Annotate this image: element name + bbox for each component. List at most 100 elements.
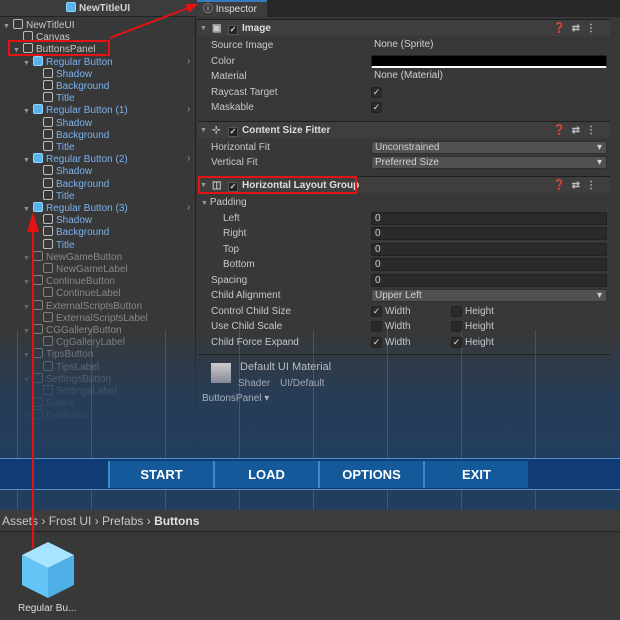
prefab-cube-icon[interactable] xyxy=(20,540,76,600)
hierarchy-item[interactable]: ExternalScriptsLabel xyxy=(33,311,148,324)
hierarchy-item[interactable]: Background xyxy=(33,128,109,141)
bottom-row: Bottom 0 xyxy=(211,258,607,272)
hierarchy-item[interactable]: ▼ ExternalScriptsButton xyxy=(23,299,142,314)
fold-arrow-icon[interactable]: ▼ xyxy=(23,204,33,216)
bottom-input[interactable]: 0 xyxy=(371,258,607,271)
item-label: Background xyxy=(56,81,110,92)
open-prefab-chevron-icon[interactable]: › xyxy=(187,56,190,67)
raycast-checkbox[interactable]: ✓ xyxy=(371,87,382,98)
fold-arrow-icon[interactable]: ▼ xyxy=(3,21,13,33)
shader-dropdown[interactable]: UI/Default xyxy=(280,378,324,389)
hierarchy-item[interactable]: ▼ Regular Button (3) xyxy=(23,202,128,214)
tab-inspector[interactable]: ⓘ Inspector xyxy=(197,0,267,17)
fold-arrow-icon[interactable]: ▼ xyxy=(23,155,33,167)
material-title: Default UI Material xyxy=(240,361,332,373)
hierarchy-item[interactable]: Title xyxy=(33,92,75,104)
hierarchy-item[interactable]: ▼ Regular Button xyxy=(23,55,113,70)
left-input[interactable]: 0 xyxy=(371,212,607,225)
crumb-frost-ui[interactable]: Frost UI xyxy=(49,514,92,528)
load-button[interactable]: LOAD xyxy=(213,461,318,488)
cfe-width-checkbox[interactable]: ✓ xyxy=(371,337,382,348)
hierarchy-item[interactable]: ▼ Regular Button (2) xyxy=(23,153,128,165)
open-prefab-chevron-icon[interactable]: › xyxy=(187,153,190,164)
label: Width xyxy=(385,306,411,317)
fold-arrow-icon[interactable]: ▼ xyxy=(23,58,33,70)
label: Top xyxy=(223,244,240,255)
hierarchy-item[interactable]: ▼ ContinueButton xyxy=(23,275,115,287)
hierarchy-item[interactable]: Shadow xyxy=(33,214,92,226)
hierarchy-item[interactable]: Title xyxy=(33,189,75,202)
material-field[interactable]: None (Material) xyxy=(371,70,607,83)
gameobject-icon xyxy=(43,80,53,90)
component-tools-icon[interactable]: ❓⇄⋮ xyxy=(553,122,602,139)
item-label: Title xyxy=(56,239,75,251)
fitter-icon: ⊹ xyxy=(212,125,221,136)
open-prefab-chevron-icon[interactable]: › xyxy=(187,104,190,115)
crumb-assets[interactable]: Assets xyxy=(2,514,38,528)
ccs-height-checkbox[interactable] xyxy=(451,306,462,317)
image-component-header[interactable]: ▼ ▣ ✓ Image ❓⇄⋮ xyxy=(198,19,610,36)
gameobject-icon xyxy=(33,104,43,115)
item-label: Shadow xyxy=(56,68,93,80)
hierarchy-item[interactable]: Shadow xyxy=(33,165,92,177)
label: Spacing xyxy=(211,275,248,286)
color-field[interactable] xyxy=(371,55,607,68)
asset-label[interactable]: Regular Bu... xyxy=(18,603,76,614)
hierarchy-item[interactable]: Background xyxy=(33,80,109,92)
alignment-dropdown[interactable]: Upper Left xyxy=(371,289,607,302)
start-button[interactable]: START xyxy=(108,461,213,488)
fold-arrow-icon[interactable]: ▼ xyxy=(23,302,33,314)
gameobject-icon xyxy=(33,250,43,261)
ccs-width-checkbox[interactable]: ✓ xyxy=(371,306,382,317)
hierarchy-item[interactable]: NewGameLabel xyxy=(33,263,128,275)
hierarchy-header[interactable]: NewTitleUI xyxy=(0,0,196,17)
hierarchy-item[interactable]: Shadow xyxy=(33,116,92,129)
vfit-dropdown[interactable]: Preferred Size xyxy=(371,156,607,169)
label: Maskable xyxy=(211,102,254,113)
hierarchy-item[interactable]: Title xyxy=(33,141,75,153)
hfit-dropdown[interactable]: Unconstrained xyxy=(371,141,607,154)
gameobject-icon xyxy=(33,153,43,164)
source-image-field[interactable]: None (Sprite) xyxy=(371,39,607,52)
cfe-height-checkbox[interactable]: ✓ xyxy=(451,337,462,348)
hierarchy-item[interactable]: ▼ Regular Button (1) xyxy=(23,104,128,116)
tab-bar xyxy=(267,0,620,17)
hierarchy-item[interactable]: Background xyxy=(33,226,109,238)
crumb-prefabs[interactable]: Prefabs xyxy=(102,514,143,528)
fold-arrow-icon[interactable]: ▼ xyxy=(23,277,33,289)
hierarchy-item[interactable]: Background xyxy=(33,177,109,190)
options-button[interactable]: OPTIONS xyxy=(318,461,423,488)
gameobject-icon xyxy=(43,263,53,273)
maskable-row: Maskable ✓ xyxy=(211,101,607,115)
maskable-checkbox[interactable]: ✓ xyxy=(371,102,382,113)
hierarchy-item[interactable]: ContinueLabel xyxy=(33,287,121,299)
hierarchy-item[interactable]: ▼ NewTitleUI xyxy=(3,19,75,31)
label: Control Child Size xyxy=(211,306,292,317)
label: Raycast Target xyxy=(211,87,278,98)
top-input[interactable]: 0 xyxy=(371,243,607,256)
label: Width xyxy=(385,337,411,348)
footer-object-dropdown[interactable]: ButtonsPanel ▾ xyxy=(202,393,269,404)
spacing-input[interactable]: 0 xyxy=(371,274,607,287)
component-tools-icon[interactable]: ❓⇄⋮ xyxy=(553,20,602,37)
open-prefab-chevron-icon[interactable]: › xyxy=(187,202,190,213)
enable-checkbox[interactable]: ✓ xyxy=(228,127,238,137)
padding-row[interactable]: ▼ Padding xyxy=(201,196,597,210)
gameobject-icon xyxy=(33,55,43,66)
exit-button[interactable]: EXIT xyxy=(423,461,528,488)
hierarchy-item[interactable]: ▼ NewGameButton xyxy=(23,250,122,265)
gameobject-icon xyxy=(43,189,53,200)
label: Color xyxy=(211,56,235,67)
enable-checkbox[interactable]: ✓ xyxy=(228,25,238,35)
item-label: Regular Button xyxy=(46,56,113,68)
gameobject-icon xyxy=(43,141,53,151)
gameobject-icon xyxy=(43,128,53,139)
annotation-box-buttons-panel xyxy=(8,40,110,56)
hierarchy-item[interactable]: Shadow xyxy=(33,67,93,80)
fold-arrow-icon[interactable]: ▼ xyxy=(23,106,33,118)
component-tools-icon[interactable]: ❓⇄⋮ xyxy=(553,177,602,194)
right-input[interactable]: 0 xyxy=(371,227,607,240)
content-size-fitter-header[interactable]: ▼ ⊹ ✓ Content Size Fitter ❓⇄⋮ xyxy=(198,121,610,138)
fold-arrow-icon[interactable]: ▼ xyxy=(23,253,33,265)
hierarchy-item[interactable]: Title xyxy=(33,238,75,251)
